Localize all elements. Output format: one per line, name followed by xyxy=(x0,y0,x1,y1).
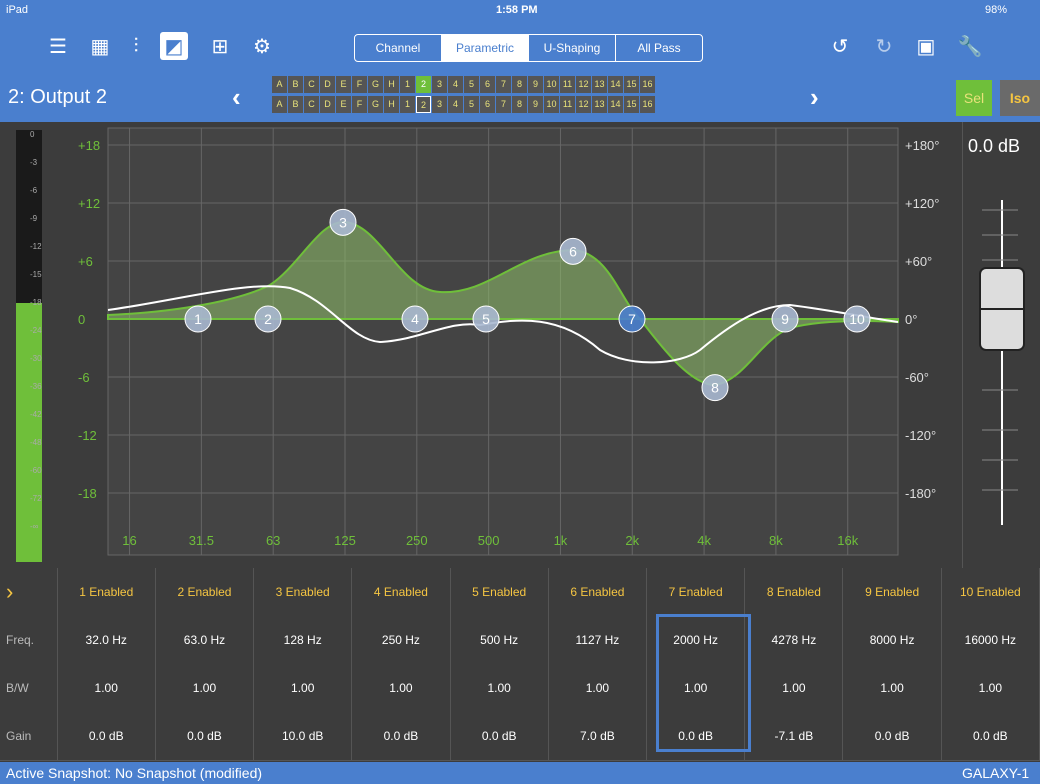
gain-cell[interactable]: 0.0 dB xyxy=(352,712,451,760)
freq-axis-label: 250 xyxy=(406,533,428,548)
gain-cell[interactable]: 0.0 dB xyxy=(942,712,1040,760)
enabled-cell[interactable]: 1 Enabled xyxy=(58,568,156,616)
bw-label: B/W xyxy=(0,664,58,712)
eq-band-node-label: 2 xyxy=(264,311,272,327)
freq-axis-label: 2k xyxy=(625,533,639,548)
enabled-cell[interactable]: 9 Enabled xyxy=(843,568,942,616)
freq-label: Freq. xyxy=(0,616,58,664)
enabled-cell[interactable]: 3 Enabled xyxy=(254,568,353,616)
eq-band-node-label: 5 xyxy=(482,311,490,327)
gain-cell[interactable]: 0.0 dB xyxy=(156,712,255,760)
bw-cell[interactable]: 1.00 xyxy=(254,664,353,712)
device-name: GALAXY-1 xyxy=(962,765,1030,781)
phase-axis-label: -180° xyxy=(905,486,936,501)
eq-band-node-label: 8 xyxy=(711,380,719,396)
selected-band-highlight xyxy=(656,614,751,752)
freq-cell[interactable]: 16000 Hz xyxy=(942,616,1040,664)
enabled-row: › 1 Enabled 2 Enabled 3 Enabled 4 Enabled 5 … xyxy=(0,568,1040,617)
freq-axis-label: 63 xyxy=(266,533,280,548)
gain-cell[interactable]: 0.0 dB xyxy=(843,712,942,760)
gain-axis-label: -18 xyxy=(78,486,97,501)
phase-axis-label: +60° xyxy=(905,254,932,269)
gain-cell[interactable]: 7.0 dB xyxy=(549,712,648,760)
gain-axis-label: -6 xyxy=(78,370,90,385)
bw-cell[interactable]: 1.00 xyxy=(942,664,1040,712)
eq-band-node-label: 6 xyxy=(569,243,577,259)
fader[interactable] xyxy=(962,190,1040,530)
eq-band-node-label: 4 xyxy=(411,311,419,327)
eq-band-node-label: 7 xyxy=(628,311,636,327)
phase-axis-label: 0° xyxy=(905,312,917,327)
gain-cell[interactable]: 0.0 dB xyxy=(58,712,156,760)
eq-band-node-label: 3 xyxy=(339,214,347,230)
gain-cell[interactable]: 10.0 dB xyxy=(254,712,353,760)
freq-row: Freq. 32.0 Hz 63.0 Hz 128 Hz 250 Hz 500 Hz 11… xyxy=(0,616,1040,665)
enabled-cell[interactable]: 8 Enabled xyxy=(745,568,844,616)
freq-axis-label: 4k xyxy=(697,533,711,548)
enabled-cell[interactable]: 5 Enabled xyxy=(451,568,549,616)
gain-axis-label: +6 xyxy=(78,254,93,269)
gain-cell[interactable]: 0.0 dB xyxy=(451,712,549,760)
enabled-cell[interactable]: 7 Enabled xyxy=(647,568,746,616)
enabled-cell[interactable]: 6 Enabled xyxy=(549,568,648,616)
fader-value: 0.0 dB xyxy=(968,136,1021,156)
freq-axis-label: 16k xyxy=(837,533,858,548)
enabled-cell[interactable]: 10 Enabled xyxy=(942,568,1040,616)
freq-cell[interactable]: 500 Hz xyxy=(451,616,549,664)
bw-cell[interactable]: 1.00 xyxy=(843,664,942,712)
bw-cell[interactable]: 1.00 xyxy=(451,664,549,712)
freq-axis-label: 500 xyxy=(478,533,500,548)
phase-axis-label: +180° xyxy=(905,138,939,153)
gain-row: Gain 0.0 dB 0.0 dB 10.0 dB 0.0 dB 0.0 dB 7.0 … xyxy=(0,712,1040,761)
bw-cell[interactable]: 1.00 xyxy=(156,664,255,712)
phase-axis-label: -60° xyxy=(905,370,929,385)
band-table: › 1 Enabled 2 Enabled 3 Enabled 4 Enabled 5 … xyxy=(0,568,1040,762)
footer: Active Snapshot: No Snapshot (modified) … xyxy=(0,762,1040,784)
freq-cell[interactable]: 8000 Hz xyxy=(843,616,942,664)
freq-axis-label: 8k xyxy=(769,533,783,548)
bw-cell[interactable]: 1.00 xyxy=(745,664,844,712)
phase-axis-label: +120° xyxy=(905,196,939,211)
gain-axis-label: 0 xyxy=(78,312,85,327)
eq-band-node-label: 10 xyxy=(849,311,865,327)
gain-cell[interactable]: -7.1 dB xyxy=(745,712,844,760)
freq-axis-label: 125 xyxy=(334,533,356,548)
freq-cell[interactable]: 4278 Hz xyxy=(745,616,844,664)
expand-chevron-icon[interactable]: › xyxy=(0,568,58,616)
eq-band-node-label: 1 xyxy=(194,311,202,327)
bw-cell[interactable]: 1.00 xyxy=(549,664,648,712)
freq-cell[interactable]: 63.0 Hz xyxy=(156,616,255,664)
eq-band-node-label: 9 xyxy=(781,311,789,327)
phase-axis-label: -120° xyxy=(905,428,936,443)
enabled-cell[interactable]: 2 Enabled xyxy=(156,568,255,616)
enabled-cell[interactable]: 4 Enabled xyxy=(352,568,451,616)
freq-axis-label: 16 xyxy=(122,533,136,548)
freq-axis-label: 1k xyxy=(554,533,568,548)
freq-cell[interactable]: 128 Hz xyxy=(254,616,353,664)
bw-cell[interactable]: 1.00 xyxy=(352,664,451,712)
bw-cell[interactable]: 1.00 xyxy=(58,664,156,712)
snapshot-status: Active Snapshot: No Snapshot (modified) xyxy=(6,765,263,781)
gain-axis-label: +12 xyxy=(78,196,100,211)
gain-label: Gain xyxy=(0,712,58,760)
bw-row: B/W 1.00 1.00 1.00 1.00 1.00 1.00 1.00 1.00 1.00… xyxy=(0,664,1040,713)
freq-cell[interactable]: 250 Hz xyxy=(352,616,451,664)
gain-axis-label: +18 xyxy=(78,138,100,153)
freq-axis-label: 31.5 xyxy=(189,533,214,548)
freq-cell[interactable]: 32.0 Hz xyxy=(58,616,156,664)
gain-axis-label: -12 xyxy=(78,428,97,443)
freq-cell[interactable]: 1127 Hz xyxy=(549,616,648,664)
